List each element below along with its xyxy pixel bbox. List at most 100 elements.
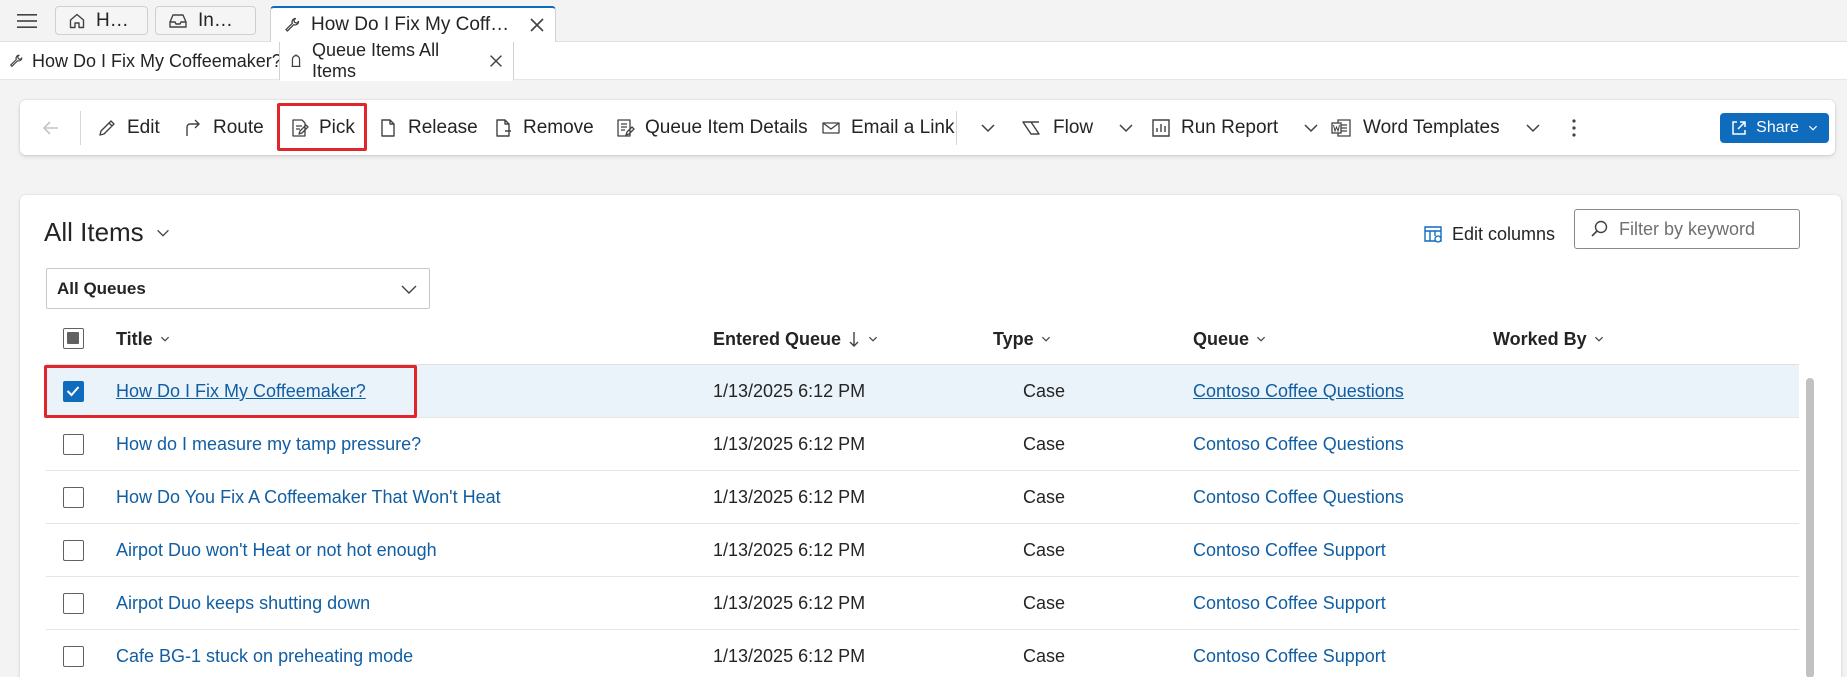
email-a-link-button[interactable]: Email a Link: [820, 100, 955, 155]
more-commands-dropdown[interactable]: [978, 100, 998, 155]
row-queue-link[interactable]: Contoso Coffee Support: [1193, 577, 1386, 630]
session-tab-label: Inbox: [198, 9, 243, 31]
route-button[interactable]: Route: [182, 100, 264, 155]
row-checkbox[interactable]: [63, 381, 84, 402]
row-checkbox[interactable]: [63, 434, 84, 455]
column-header-queue[interactable]: Queue: [1193, 313, 1267, 365]
release-button[interactable]: Release: [377, 100, 478, 155]
app-tab-case[interactable]: How Do I Fix My Coffeemaker?: [8, 42, 282, 80]
email-a-link-label: Email a Link: [851, 116, 955, 138]
row-queue-link[interactable]: Contoso Coffee Support: [1193, 524, 1386, 577]
row-checkbox[interactable]: [63, 540, 84, 561]
row-title-link[interactable]: How do I measure my tamp pressure?: [116, 418, 421, 471]
more-options-button[interactable]: [1570, 100, 1578, 155]
row-entered-queue: 1/13/2025 6:12 PM: [713, 540, 866, 560]
chevron-down-icon: [1255, 333, 1267, 345]
chevron-down-icon[interactable]: [1301, 118, 1321, 138]
row-title-link[interactable]: Cafe BG-1 stuck on preheating mode: [116, 630, 413, 677]
table-row[interactable]: Airpot Duo won't Heat or not hot enough …: [46, 524, 1799, 577]
column-header-label: Queue: [1193, 328, 1250, 349]
app-tab-queue-items[interactable]: Queue Items All Items: [279, 40, 514, 81]
chevron-down-icon: [1593, 333, 1605, 345]
table-row[interactable]: How Do You Fix A Coffeemaker That Won't …: [46, 471, 1799, 524]
chevron-down-icon: [159, 333, 171, 345]
column-header-entered-queue[interactable]: Entered Queue: [713, 313, 879, 365]
share-icon: [1730, 119, 1748, 137]
session-tab-case[interactable]: How Do I Fix My Coffeema...: [270, 6, 556, 42]
search-icon: [1589, 219, 1609, 239]
route-label: Route: [213, 116, 264, 138]
run-report-label: Run Report: [1181, 116, 1279, 138]
flow-button[interactable]: Flow: [1020, 100, 1136, 155]
chevron-down-icon: [399, 279, 419, 299]
app-tab-label: How Do I Fix My Coffeemaker?: [32, 50, 282, 71]
filter-by-keyword-field[interactable]: [1574, 209, 1800, 249]
row-title-link[interactable]: Airpot Duo keeps shutting down: [116, 577, 370, 630]
edit-columns-button[interactable]: Edit columns: [1423, 219, 1555, 249]
chevron-down-icon: [978, 118, 998, 138]
column-header-title[interactable]: Title: [116, 313, 171, 365]
report-icon: [1150, 117, 1172, 139]
pencil-icon: [96, 117, 118, 139]
column-header-type[interactable]: Type: [993, 313, 1052, 365]
row-queue-link[interactable]: Contoso Coffee Support: [1193, 630, 1386, 677]
row-entered-queue: 1/13/2025 6:12 PM: [713, 434, 866, 454]
column-header-label: Worked By: [1493, 328, 1587, 349]
grid-header: Title Entered Queue Type Queue Worked By: [46, 313, 1799, 365]
view-panel: All Items Edit columns All Queues Title: [20, 195, 1841, 677]
row-checkbox[interactable]: [63, 593, 84, 614]
row-title-link[interactable]: Airpot Duo won't Heat or not hot enough: [116, 524, 437, 577]
chevron-down-icon: [867, 333, 879, 345]
hamburger-menu-icon[interactable]: [15, 12, 39, 30]
row-type: Case: [1023, 540, 1066, 560]
session-tab-bar: Home Inbox How Do I Fix My Coffeema...: [0, 0, 1847, 42]
row-checkbox[interactable]: [63, 646, 84, 667]
view-title: All Items: [44, 217, 144, 247]
view-selector[interactable]: All Items: [44, 217, 172, 248]
row-title-link[interactable]: How Do I Fix My Coffeemaker?: [116, 365, 366, 418]
filter-input[interactable]: [1619, 218, 1789, 240]
session-tab-home[interactable]: Home: [55, 6, 148, 35]
edit-columns-icon: [1423, 224, 1443, 244]
app-tab-bar: How Do I Fix My Coffeemaker? Queue Items…: [0, 40, 1847, 81]
row-title-link[interactable]: How Do You Fix A Coffeemaker That Won't …: [116, 471, 501, 524]
table-row[interactable]: Airpot Duo keeps shutting down 1/13/2025…: [46, 577, 1799, 630]
row-checkbox[interactable]: [63, 487, 84, 508]
home-icon: [68, 12, 86, 30]
column-header-worked-by[interactable]: Worked By: [1493, 313, 1605, 365]
document-icon: [377, 117, 399, 139]
column-header-label: Title: [116, 328, 153, 349]
select-all-checkbox[interactable]: [63, 328, 84, 349]
row-queue-link[interactable]: Contoso Coffee Questions: [1193, 471, 1404, 524]
row-queue-link[interactable]: Contoso Coffee Questions: [1193, 365, 1404, 418]
grid-scrollbar[interactable]: [1806, 378, 1814, 677]
column-header-label: Type: [993, 328, 1034, 349]
wrench-icon: [283, 16, 301, 34]
wrench-icon: [8, 53, 24, 69]
close-icon[interactable]: [527, 15, 547, 35]
session-tab-inbox[interactable]: Inbox: [155, 6, 256, 35]
queue-filter-dropdown[interactable]: All Queues: [46, 268, 430, 309]
release-label: Release: [408, 116, 478, 138]
email-link-icon: [820, 117, 842, 139]
table-row[interactable]: Cafe BG-1 stuck on preheating mode 1/13/…: [46, 630, 1799, 677]
row-queue-link[interactable]: Contoso Coffee Questions: [1193, 418, 1404, 471]
remove-label: Remove: [523, 116, 594, 138]
share-button[interactable]: Share: [1720, 113, 1829, 143]
back-button[interactable]: [40, 100, 62, 155]
chevron-down-icon[interactable]: [1116, 118, 1136, 138]
chevron-down-icon[interactable]: [1523, 118, 1543, 138]
table-row[interactable]: How Do I Fix My Coffeemaker? 1/13/2025 6…: [44, 365, 1799, 418]
pick-highlight-box: [277, 103, 367, 151]
word-templates-button[interactable]: Word Templates: [1330, 100, 1543, 155]
row-type: Case: [1023, 646, 1066, 666]
edit-label: Edit: [127, 116, 160, 138]
remove-button[interactable]: Remove: [492, 100, 594, 155]
queue-item-details-button[interactable]: Queue Item Details: [614, 100, 808, 155]
divider: [956, 111, 957, 145]
table-row[interactable]: How do I measure my tamp pressure? 1/13/…: [46, 418, 1799, 471]
flow-label: Flow: [1053, 116, 1094, 138]
close-icon[interactable]: [487, 52, 505, 70]
run-report-button[interactable]: Run Report: [1150, 100, 1321, 155]
edit-button[interactable]: Edit: [96, 100, 160, 155]
